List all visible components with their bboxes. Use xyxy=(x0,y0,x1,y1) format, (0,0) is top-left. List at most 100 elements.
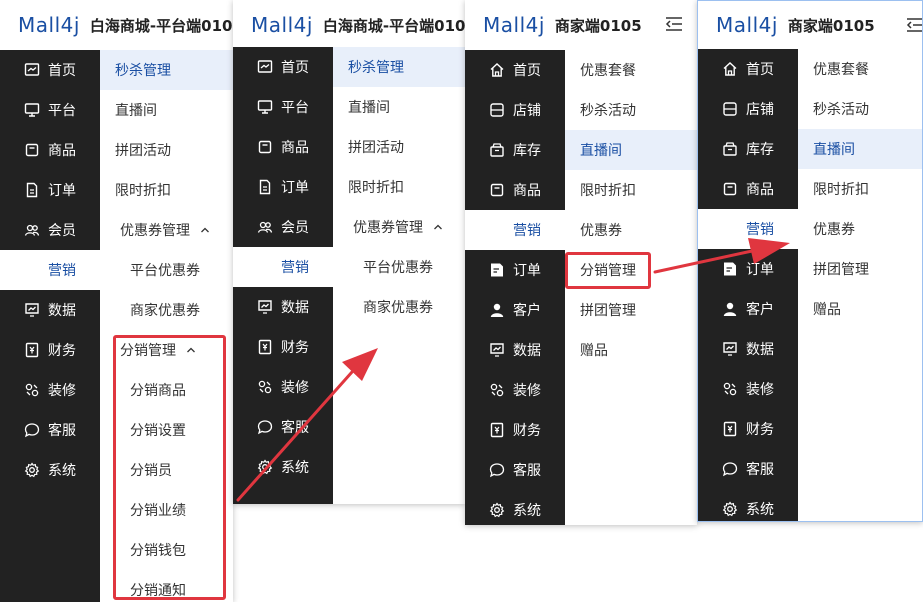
submenu-item-gift[interactable]: 赠品 xyxy=(565,330,697,370)
submenu-item-coupon[interactable]: 优惠券 xyxy=(565,210,697,250)
sidebar-item-data[interactable]: 数据 xyxy=(233,287,333,327)
chat-icon xyxy=(257,419,273,435)
sidebar-item-service[interactable]: 客服 xyxy=(233,407,333,447)
sidebar-item-finance[interactable]: 财务 xyxy=(698,409,798,449)
sidebar-item-members[interactable]: 会员 xyxy=(233,207,333,247)
submenu-item-live[interactable]: 直播间 xyxy=(333,87,465,127)
submenu-item-dist-products[interactable]: 分销商品 xyxy=(100,370,233,410)
submenu-item-discount[interactable]: 限时折扣 xyxy=(565,170,697,210)
chevron-up-icon xyxy=(186,345,196,355)
monitor-icon xyxy=(257,99,273,115)
submenu-item-dist-notice[interactable]: 分销通知 xyxy=(100,570,233,602)
sidebar-item-members[interactable]: 会员 xyxy=(0,210,100,250)
sidebar-item-decoration[interactable]: 装修 xyxy=(0,370,100,410)
submenu-group-coupon[interactable]: 优惠券管理 xyxy=(333,207,465,247)
sidebar-item-label: 客户 xyxy=(746,302,774,318)
sidebar-item-marketing[interactable]: 营销 xyxy=(0,250,100,290)
sidebar-item-decoration[interactable]: 装修 xyxy=(233,367,333,407)
menu-collapse-icon[interactable] xyxy=(906,17,922,33)
submenu-item-dist-wallet[interactable]: 分销钱包 xyxy=(100,530,233,570)
submenu-group-coupon[interactable]: 优惠券管理 xyxy=(100,210,233,250)
sidebar-item-products[interactable]: 商品 xyxy=(465,170,565,210)
sidebar-item-orders[interactable]: 订单 xyxy=(698,249,798,289)
submenu-item-groupbuy[interactable]: 拼团活动 xyxy=(333,127,465,167)
sidebar-item-orders[interactable]: 订单 xyxy=(0,170,100,210)
sidebar-item-finance[interactable]: 财务 xyxy=(0,330,100,370)
sidebar-item-marketing[interactable]: 营销 xyxy=(698,209,798,249)
sidebar-item-home[interactable]: 首页 xyxy=(0,50,100,90)
sidebar-item-orders[interactable]: 订单 xyxy=(465,250,565,290)
sidebar-item-home[interactable]: 首页 xyxy=(698,49,798,89)
sidebar-item-products[interactable]: 商品 xyxy=(0,130,100,170)
submenu-item-groupbuy[interactable]: 拼团管理 xyxy=(798,249,922,289)
sidebar-item-label: 平台 xyxy=(48,103,76,119)
sidebar-item-decoration[interactable]: 装修 xyxy=(698,369,798,409)
chevron-up-icon xyxy=(200,225,210,235)
sidebar-item-orders[interactable]: 订单 xyxy=(233,167,333,207)
sidebar-item-decoration[interactable]: 装修 xyxy=(465,370,565,410)
sidebar-item-system[interactable]: 系统 xyxy=(465,490,565,525)
sidebar-item-system[interactable]: 系统 xyxy=(0,450,100,490)
submenu-item-groupbuy[interactable]: 拼团管理 xyxy=(565,290,697,330)
sidebar-item-stock[interactable]: 库存 xyxy=(465,130,565,170)
sidebar-item-service[interactable]: 客服 xyxy=(698,449,798,489)
sidebar-item-home[interactable]: 首页 xyxy=(233,47,333,87)
sidebar-item-data[interactable]: 数据 xyxy=(698,329,798,369)
submenu-item-seckill[interactable]: 秒杀活动 xyxy=(565,90,697,130)
submenu-item-dist-members[interactable]: 分销员 xyxy=(100,450,233,490)
submenu-item-dist-settings[interactable]: 分销设置 xyxy=(100,410,233,450)
submenu-item-seckill[interactable]: 秒杀管理 xyxy=(100,50,233,90)
sidebar-item-system[interactable]: 系统 xyxy=(233,447,333,487)
submenu-item-seckill[interactable]: 秒杀活动 xyxy=(798,89,922,129)
submenu-item-seckill[interactable]: 秒杀管理 xyxy=(333,47,465,87)
submenu-item-discount[interactable]: 限时折扣 xyxy=(798,169,922,209)
sidebar-item-products[interactable]: 商品 xyxy=(698,169,798,209)
submenu-item-merchant-coupon[interactable]: 商家优惠券 xyxy=(333,287,465,327)
sidebar-item-marketing[interactable]: 营销 xyxy=(465,210,565,250)
sidebar-item-service[interactable]: 客服 xyxy=(0,410,100,450)
sidebar-item-platform[interactable]: 平台 xyxy=(233,87,333,127)
submenu-item-groupbuy[interactable]: 拼团活动 xyxy=(100,130,233,170)
submenu-item-live[interactable]: 直播间 xyxy=(565,130,697,170)
submenu-item-gift[interactable]: 赠品 xyxy=(798,289,922,329)
sidebar-item-finance[interactable]: 财务 xyxy=(465,410,565,450)
sidebar-item-store[interactable]: 店铺 xyxy=(465,90,565,130)
submenu-item-bundle[interactable]: 优惠套餐 xyxy=(798,49,922,89)
marketing-submenu: 秒杀管理 直播间 拼团活动 限时折扣 优惠券管理 平台优惠券 商家优惠券 xyxy=(333,47,465,504)
sidebar-item-platform[interactable]: 平台 xyxy=(0,90,100,130)
sidebar-item-label: 订单 xyxy=(513,263,541,279)
sidebar-item-marketing[interactable]: 营销 xyxy=(233,247,333,287)
sidebar-item-system[interactable]: 系统 xyxy=(698,489,798,521)
submenu-item-discount[interactable]: 限时折扣 xyxy=(100,170,233,210)
sidebar-item-products[interactable]: 商品 xyxy=(233,127,333,167)
sidebar-item-customers[interactable]: 客户 xyxy=(698,289,798,329)
submenu-item-distribution[interactable]: 分销管理 xyxy=(565,250,697,290)
sidebar-item-service[interactable]: 客服 xyxy=(465,450,565,490)
sidebar-item-stock[interactable]: 库存 xyxy=(698,129,798,169)
sidebar-item-home[interactable]: 首页 xyxy=(465,50,565,90)
members-icon xyxy=(257,219,273,235)
store-icon xyxy=(489,102,505,118)
sidebar-item-finance[interactable]: 财务 xyxy=(233,327,333,367)
sidebar-item-data[interactable]: 数据 xyxy=(0,290,100,330)
platform-admin-panel-full: Mall4j 白海商城-平台端010 首页 平台 商品 订单 会员 营销 数据 … xyxy=(0,0,233,602)
submenu-item-bundle[interactable]: 优惠套餐 xyxy=(565,50,697,90)
submenu-item-live[interactable]: 直播间 xyxy=(100,90,233,130)
menu-collapse-icon[interactable] xyxy=(665,16,683,32)
submenu-item-discount[interactable]: 限时折扣 xyxy=(333,167,465,207)
sidebar-item-store[interactable]: 店铺 xyxy=(698,89,798,129)
chat-icon xyxy=(24,422,40,438)
brand-logo: Mall4j xyxy=(18,13,80,37)
submenu-item-platform-coupon[interactable]: 平台优惠券 xyxy=(100,250,233,290)
sidebar-item-customers[interactable]: 客户 xyxy=(465,290,565,330)
submenu-item-platform-coupon[interactable]: 平台优惠券 xyxy=(333,247,465,287)
submenu-item-live[interactable]: 直播间 xyxy=(798,129,922,169)
sidebar-item-data[interactable]: 数据 xyxy=(465,330,565,370)
finance-icon xyxy=(489,422,505,438)
submenu-item-dist-performance[interactable]: 分销业绩 xyxy=(100,490,233,530)
submenu-group-distribution[interactable]: 分销管理 xyxy=(100,330,233,370)
submenu-item-merchant-coupon[interactable]: 商家优惠券 xyxy=(100,290,233,330)
brand-logo: Mall4j xyxy=(251,13,313,37)
submenu-item-coupon[interactable]: 优惠券 xyxy=(798,209,922,249)
document-icon xyxy=(24,182,40,198)
